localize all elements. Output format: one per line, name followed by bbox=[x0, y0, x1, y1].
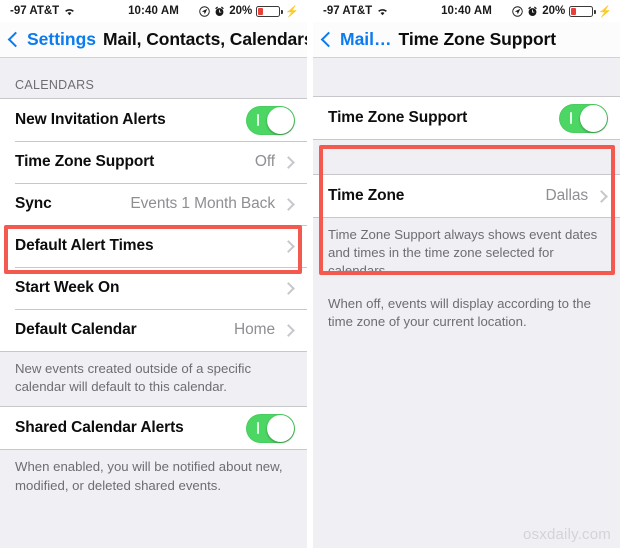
row-new-invitation-alerts[interactable]: New Invitation Alerts bbox=[0, 99, 307, 141]
nav-bar-left: Settings Mail, Contacts, Calendars bbox=[0, 22, 307, 58]
battery-percent-label: 20% bbox=[229, 5, 253, 17]
row-value: Off bbox=[254, 153, 275, 170]
row-label: Sync bbox=[15, 195, 52, 212]
page-title: Time Zone Support bbox=[398, 29, 557, 49]
row-value: Dallas bbox=[545, 187, 589, 204]
row-label: Default Alert Times bbox=[15, 237, 154, 254]
row-label: Time Zone Support bbox=[328, 109, 468, 126]
page-title: Mail, Contacts, Calendars bbox=[103, 29, 307, 49]
top-spacer bbox=[313, 58, 620, 96]
footnote-text-1: Time Zone Support always shows event dat… bbox=[328, 227, 598, 279]
alarm-clock-icon bbox=[527, 6, 538, 17]
row-time-zone-support[interactable]: Time Zone Support Off bbox=[0, 141, 307, 183]
toggle-on-tick-icon bbox=[570, 111, 572, 124]
row-time-zone[interactable]: Time Zone Dallas bbox=[313, 175, 620, 217]
lightning-bolt-icon: ⚡ bbox=[285, 5, 299, 18]
row-value: Events 1 Month Back bbox=[130, 195, 275, 212]
lightning-bolt-icon: ⚡ bbox=[598, 5, 612, 18]
alarm-clock-icon bbox=[214, 6, 225, 17]
right-phone-screen: -97 AT&T 10:40 AM 20% ⚡ Mail… Time Zone … bbox=[313, 0, 620, 548]
screenshot-root: -97 AT&T 10:40 AM 20% ⚡ Settings Mail, C… bbox=[0, 0, 620, 548]
time-zone-support-row-group: Time Zone Support bbox=[313, 96, 620, 140]
chevron-right-icon bbox=[282, 281, 295, 295]
left-phone-screen: -97 AT&T 10:40 AM 20% ⚡ Settings Mail, C… bbox=[0, 0, 307, 548]
group-spacer bbox=[313, 140, 620, 174]
back-button-settings[interactable]: Settings bbox=[7, 29, 97, 50]
row-label: Start Week On bbox=[15, 279, 120, 296]
row-label: Time Zone bbox=[328, 187, 405, 204]
watermark: osxdaily.com bbox=[523, 526, 611, 543]
section-header-calendars: CALENDARS bbox=[15, 78, 95, 92]
nav-bar-right: Mail… Time Zone Support bbox=[313, 22, 620, 58]
row-time-zone-support[interactable]: Time Zone Support bbox=[313, 97, 620, 139]
chevron-right-icon bbox=[595, 189, 608, 203]
status-bar-right-group: 20% ⚡ bbox=[199, 5, 299, 18]
settings-list-right: Time Zone Support Time Zone Dallas Time … bbox=[313, 58, 620, 548]
battery-icon bbox=[256, 5, 283, 17]
chevron-right-icon bbox=[282, 155, 295, 169]
time-zone-row-group: Time Zone Dallas bbox=[313, 174, 620, 218]
row-start-week-on[interactable]: Start Week On bbox=[0, 267, 307, 309]
shared-calendar-alerts-toggle[interactable] bbox=[246, 413, 295, 443]
location-arrow-icon bbox=[512, 5, 523, 17]
chevron-left-icon bbox=[7, 31, 24, 48]
back-button-label: Mail… bbox=[340, 29, 392, 49]
toggle-knob bbox=[580, 104, 607, 132]
chevron-right-icon bbox=[282, 197, 295, 211]
row-default-calendar[interactable]: Default Calendar Home bbox=[0, 309, 307, 351]
toggle-knob bbox=[267, 414, 294, 442]
status-bar-right: -97 AT&T 10:40 AM 20% ⚡ bbox=[313, 0, 620, 22]
status-bar-right-group: 20% ⚡ bbox=[512, 5, 612, 18]
back-button-label: Settings bbox=[27, 29, 97, 49]
shared-calendar-row-group: Shared Calendar Alerts bbox=[0, 406, 307, 451]
row-shared-calendar-alerts[interactable]: Shared Calendar Alerts bbox=[0, 407, 307, 450]
status-bar-left: -97 AT&T 10:40 AM 20% ⚡ bbox=[0, 0, 307, 22]
footnote-text: When enabled, you will be notified about… bbox=[15, 459, 283, 493]
footnote-text: New events created outside of a specific… bbox=[15, 361, 252, 395]
chevron-right-icon bbox=[282, 239, 295, 253]
row-value: Home bbox=[234, 321, 275, 338]
location-arrow-icon bbox=[199, 5, 210, 17]
toggle-on-tick-icon bbox=[257, 113, 259, 126]
row-sync[interactable]: Sync Events 1 Month Back bbox=[0, 183, 307, 225]
time-zone-support-toggle[interactable] bbox=[559, 103, 608, 133]
chevron-right-icon bbox=[282, 323, 295, 337]
battery-icon bbox=[569, 5, 596, 17]
toggle-on-tick-icon bbox=[257, 421, 259, 434]
row-default-alert-times[interactable]: Default Alert Times bbox=[0, 225, 307, 267]
battery-percent-label: 20% bbox=[542, 5, 566, 17]
footnote-default-calendar: New events created outside of a specific… bbox=[0, 352, 307, 406]
footnote-text-2: When off, events will display according … bbox=[328, 295, 591, 329]
settings-list-left: CALENDARS New Invitation Alerts Time Zon… bbox=[0, 58, 307, 548]
row-label: Time Zone Support bbox=[15, 153, 155, 170]
new-invitation-alerts-toggle[interactable] bbox=[246, 105, 295, 135]
footnote-shared-calendar: When enabled, you will be notified about… bbox=[0, 450, 307, 504]
row-label: Default Calendar bbox=[15, 321, 137, 338]
chevron-left-icon bbox=[320, 31, 337, 48]
row-label: Shared Calendar Alerts bbox=[15, 419, 184, 437]
toggle-knob bbox=[267, 106, 294, 134]
footnote-time-zone-support: Time Zone Support always shows event dat… bbox=[313, 218, 620, 341]
back-button-mail[interactable]: Mail… bbox=[320, 29, 392, 50]
row-label: New Invitation Alerts bbox=[15, 111, 166, 128]
calendars-row-group: New Invitation Alerts Time Zone Support … bbox=[0, 98, 307, 352]
